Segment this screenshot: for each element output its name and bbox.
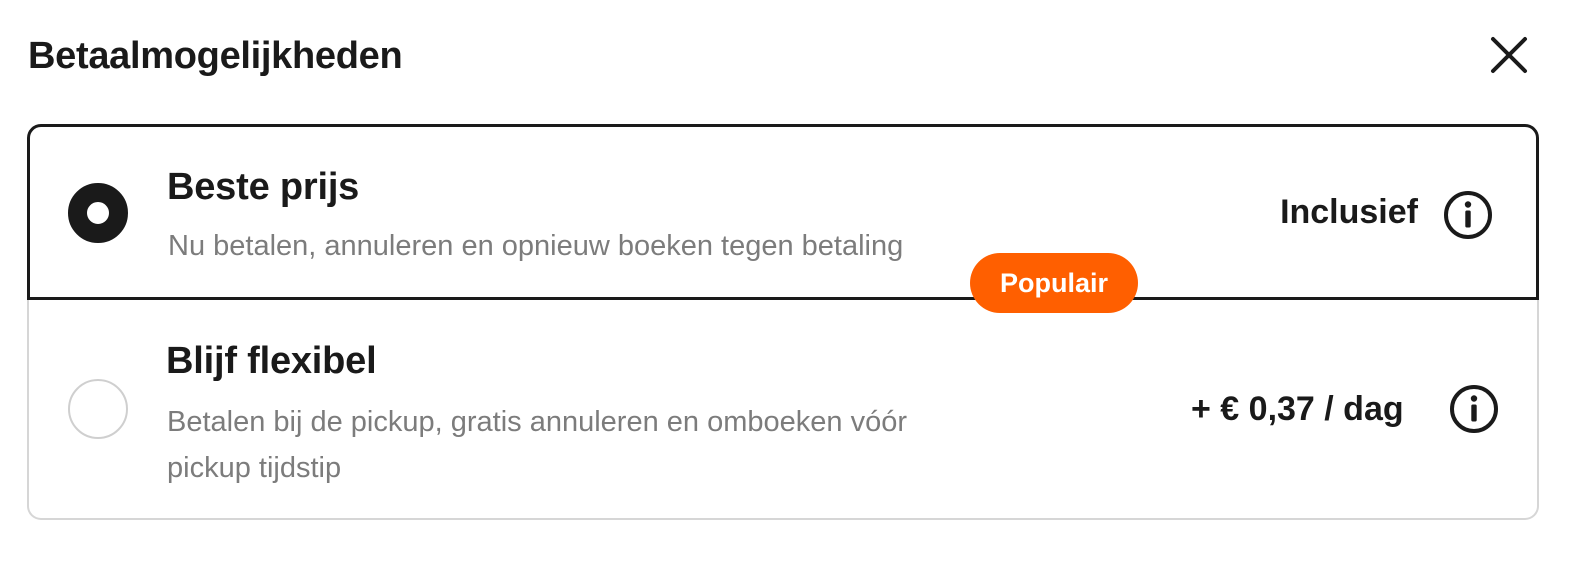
option-best-price[interactable]: Beste prijs Nu betalen, annuleren en opn… (27, 124, 1539, 300)
payment-options: Beste prijs Nu betalen, annuleren en opn… (27, 124, 1539, 520)
option-description: Nu betalen, annuleren en opnieuw boeken … (168, 230, 904, 262)
option-price: + € 0,37 / dag (1191, 390, 1404, 428)
option-title: Beste prijs (167, 166, 360, 208)
option-description: Betalen bij de pickup, gratis annuleren … (167, 406, 907, 484)
info-icon[interactable] (1443, 190, 1493, 240)
close-button[interactable] (1486, 32, 1532, 78)
dialog-title: Betaalmogelijkheden (28, 35, 403, 77)
popular-badge: Populair (970, 253, 1139, 313)
option-title: Blijf flexibel (166, 340, 377, 382)
radio-unselected[interactable] (68, 379, 128, 439)
option-price: Inclusief (1280, 193, 1418, 231)
radio-selected[interactable] (68, 183, 128, 243)
info-icon[interactable] (1449, 384, 1499, 434)
close-icon (1491, 37, 1527, 73)
